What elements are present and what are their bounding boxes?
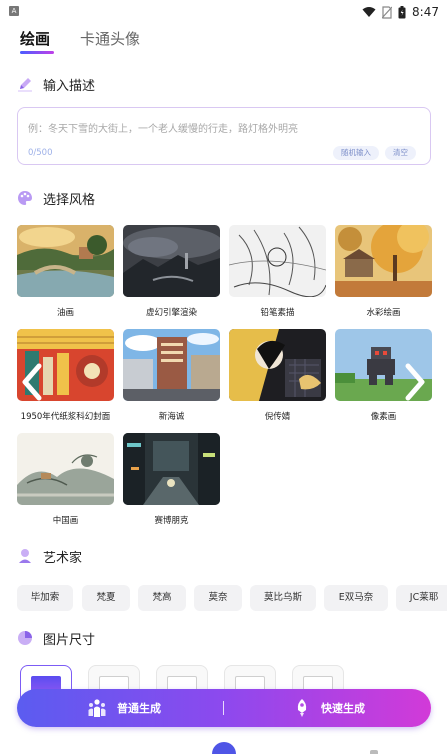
style-card-pencil-sketch[interactable]: 铅笔素描 <box>229 225 326 318</box>
chevron-left-icon[interactable] <box>18 362 48 402</box>
clear-button[interactable]: 清空 <box>385 146 416 160</box>
style-label: 中国画 <box>52 516 79 526</box>
style-card-oil-painting[interactable]: 油画 <box>17 225 114 318</box>
style-label: 水彩绘画 <box>366 308 401 318</box>
pen-icon <box>18 78 32 92</box>
style-card-cyberpunk[interactable]: 赛博朋克 <box>123 433 220 526</box>
style-thumbnail <box>335 225 432 297</box>
bottom-nav-create-icon[interactable] <box>212 742 236 754</box>
people-icon <box>88 699 106 717</box>
style-thumbnail <box>17 225 114 297</box>
description-title: 输入描述 <box>43 78 96 94</box>
normal-generate-button[interactable]: 普通生成 <box>87 689 161 727</box>
status-icons: 8:47 <box>362 4 439 20</box>
normal-generate-label: 普通生成 <box>117 702 161 715</box>
artist-chip-list: 毕加索 梵夏 梵高 莫奈 莫比乌斯 E双马奈 JC莱耶 <box>17 585 447 611</box>
style-label: 铅笔素描 <box>260 308 295 318</box>
style-label: 虚幻引擎渲染 <box>145 308 197 318</box>
tab-painting[interactable]: 绘画 <box>20 28 50 49</box>
no-sim-icon <box>382 5 393 19</box>
char-counter: 0/500 <box>28 148 53 158</box>
style-thumbnail <box>123 329 220 401</box>
clock: 8:47 <box>412 5 439 19</box>
fast-generate-button[interactable]: 快速生成 <box>293 689 365 727</box>
artist-chip[interactable]: 梵高 <box>138 585 186 611</box>
style-card-ni-chuanjing[interactable]: 倪传婧 <box>229 329 326 422</box>
style-thumbnail <box>229 329 326 401</box>
status-bar: A 8:47 <box>0 0 447 24</box>
generate-bar: 普通生成 快速生成 <box>17 689 431 727</box>
artist-chip[interactable]: 莫比乌斯 <box>250 585 316 611</box>
image-size-header: 图片尺寸 <box>17 628 95 648</box>
wifi-icon <box>362 7 376 17</box>
battery-icon <box>398 5 406 18</box>
artist-chip[interactable]: 梵夏 <box>82 585 130 611</box>
mode-tabs: 绘画 卡通头像 <box>0 26 447 56</box>
style-label: 倪传婧 <box>264 412 291 422</box>
style-title: 选择风格 <box>43 192 96 208</box>
tab-cartoon-avatar[interactable]: 卡通头像 <box>80 28 140 49</box>
style-card-chinese-painting[interactable]: 中国画 <box>17 433 114 526</box>
tab-active-indicator <box>20 51 54 54</box>
image-size-title: 图片尺寸 <box>43 632 96 648</box>
artist-title: 艺术家 <box>43 550 83 566</box>
style-thumbnail <box>17 433 114 505</box>
style-label: 新海诚 <box>158 412 185 422</box>
random-input-button[interactable]: 随机输入 <box>333 146 379 160</box>
artist-chip[interactable]: JC莱耶 <box>396 585 447 611</box>
artist-icon <box>19 549 31 563</box>
generate-divider <box>223 701 224 715</box>
style-label: 赛博朋克 <box>154 516 189 526</box>
style-card-unreal-engine[interactable]: 虚幻引擎渲染 <box>123 225 220 318</box>
bottom-nav-item[interactable] <box>370 750 378 754</box>
description-input[interactable]: 例：冬天下雪的大街上，一个老人缓慢的行走，路灯格外明亮 0/500 随机输入 清… <box>17 107 431 165</box>
style-card-shinkai[interactable]: 新海诚 <box>123 329 220 422</box>
artist-header: 艺术家 <box>17 546 82 566</box>
chevron-right-icon[interactable] <box>399 362 429 402</box>
style-header: 选择风格 <box>17 188 95 208</box>
description-header: 输入描述 <box>17 74 95 94</box>
notification-icon: A <box>9 6 19 16</box>
style-card-watercolor[interactable]: 水彩绘画 <box>335 225 432 318</box>
description-placeholder: 例：冬天下雪的大街上，一个老人缓慢的行走，路灯格外明亮 <box>28 124 298 135</box>
rocket-icon <box>297 699 307 717</box>
style-thumbnail <box>229 225 326 297</box>
artist-chip[interactable]: 莫奈 <box>194 585 242 611</box>
artist-chip[interactable]: E双马奈 <box>324 585 388 611</box>
style-thumbnail <box>123 433 220 505</box>
style-label: 像素画 <box>370 412 397 422</box>
style-label: 油画 <box>56 308 74 318</box>
style-thumbnail <box>123 225 220 297</box>
size-icon <box>18 631 32 645</box>
style-label: 1950年代纸浆科幻封面 <box>20 412 111 422</box>
fast-generate-label: 快速生成 <box>321 702 365 715</box>
artist-chip[interactable]: 毕加索 <box>17 585 73 611</box>
palette-icon <box>18 191 32 205</box>
